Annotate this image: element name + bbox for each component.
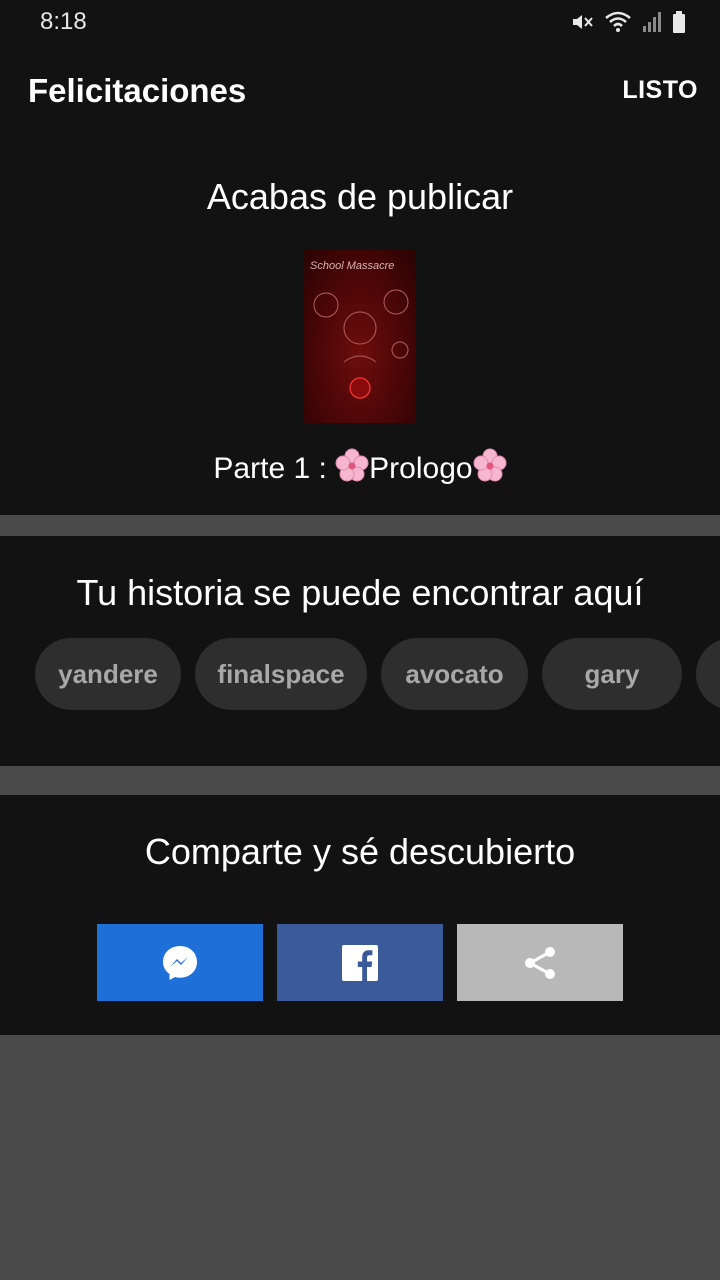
share-section: Comparte y sé descubierto: [0, 795, 720, 1035]
published-section: Acabas de publicar School Massacre Parte…: [0, 140, 720, 515]
page-title: Felicitaciones: [28, 72, 247, 109]
cherry-blossom-icon: [335, 448, 369, 482]
part-label: Parte 1 :: [213, 452, 336, 485]
status-bar: 8:18: [0, 0, 720, 44]
published-heading: Acabas de publicar: [206, 176, 514, 217]
facebook-share-button[interactable]: [277, 924, 443, 1001]
share-heading: Comparte y sé descubierto: [144, 831, 576, 872]
part-title: Parte 1 : Prologo: [0, 448, 720, 486]
wifi-icon: [605, 11, 631, 32]
story-cover[interactable]: School Massacre: [304, 250, 416, 423]
part-name: Prologo: [369, 452, 473, 485]
status-time: 8:18: [40, 8, 87, 35]
tag-chip[interactable]: avocato: [381, 638, 528, 710]
messenger-icon: [163, 945, 197, 980]
facebook-icon: [342, 944, 378, 981]
cherry-blossom-icon: [473, 448, 507, 482]
tag-list: yandere finalspace avocato gary: [35, 638, 720, 710]
app-bar: Felicitaciones LISTO: [0, 44, 720, 140]
tag-chip[interactable]: gary: [542, 638, 682, 710]
share-buttons: [97, 924, 623, 1001]
done-button[interactable]: LISTO: [622, 76, 698, 105]
mute-icon: [573, 15, 593, 29]
share-icon: [525, 946, 555, 979]
tags-heading: Tu historia se puede encontrar aquí: [76, 572, 644, 613]
battery-icon: [673, 11, 685, 33]
signal-icon: [643, 12, 661, 32]
generic-share-button[interactable]: [457, 924, 623, 1001]
tag-chip[interactable]: [696, 638, 720, 710]
tag-chip[interactable]: finalspace: [195, 638, 367, 710]
tag-chip[interactable]: yandere: [35, 638, 181, 710]
tags-section: Tu historia se puede encontrar aquí yand…: [0, 536, 720, 766]
messenger-share-button[interactable]: [97, 924, 263, 1001]
status-icons: [570, 9, 686, 35]
cover-illustration: [313, 289, 409, 399]
